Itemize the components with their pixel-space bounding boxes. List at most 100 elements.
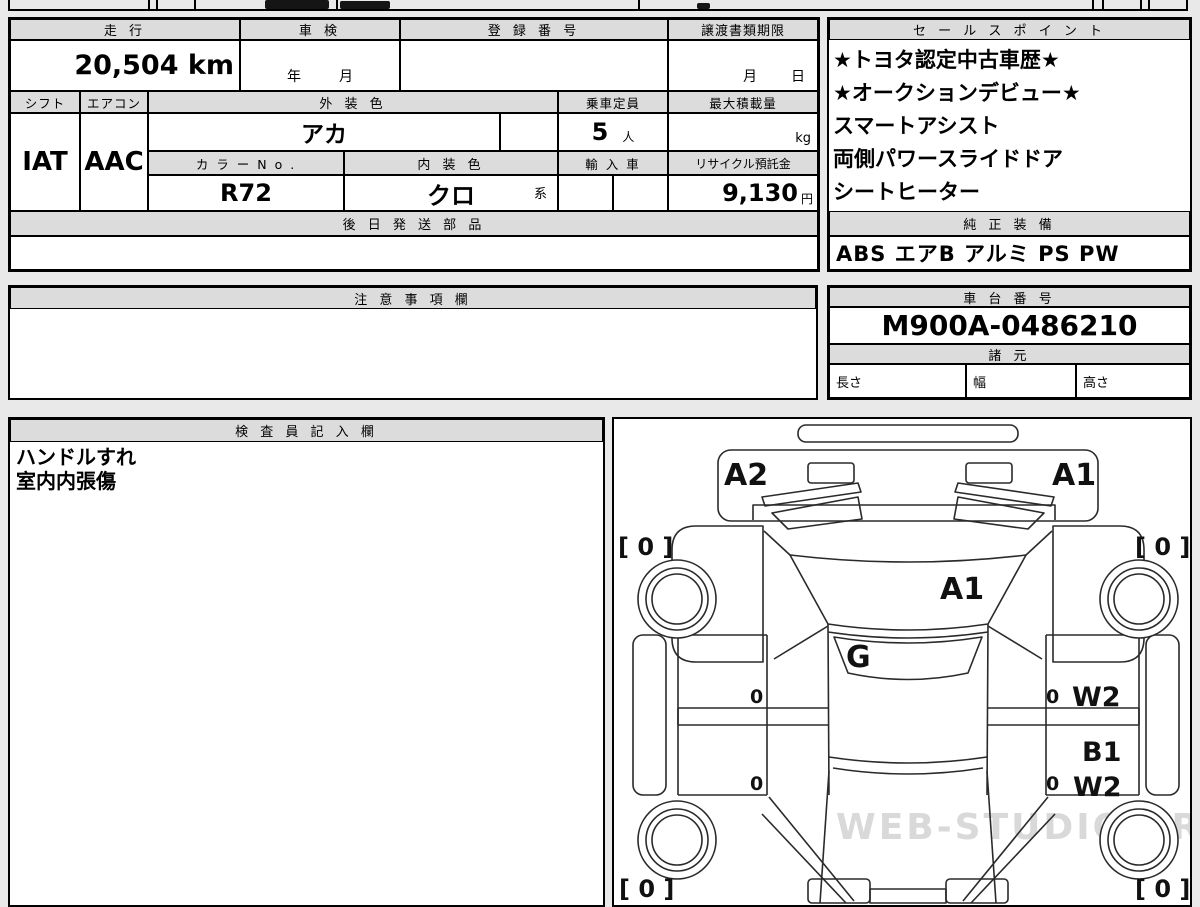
later-shipping-parts-header: 後 日 発 送 部 品 (10, 211, 818, 236)
inspector-notes: ハンドルすれ 室内内張傷 (16, 445, 596, 493)
exterior-color-extra-cell (500, 113, 558, 151)
fender-seam-fl (763, 530, 791, 556)
imported-cell-b (613, 175, 668, 211)
sales-points-header: セ ー ル ス ポ イ ン ト (829, 19, 1190, 40)
cabin-edge-right (986, 623, 989, 796)
panel-label-w2-upper: W2 (1072, 682, 1121, 713)
rear-slant-right (962, 796, 1056, 904)
car-diagram-panel: WEB-STUDIO.PRO (612, 417, 1192, 907)
recycle-deposit-header: リサイクル預託金 (668, 151, 818, 175)
max-payload-value: kg (668, 113, 818, 151)
interior-color-header: 内 装 色 (344, 151, 558, 175)
max-payload-header: 最大積載量 (668, 91, 818, 113)
panel-label-w2-lower: W2 (1073, 772, 1122, 803)
max-payload-unit: kg (795, 130, 811, 146)
mileage-value: 20,504 km (10, 40, 240, 91)
door-mark: 0 (1046, 686, 1059, 708)
registration-number-value (400, 40, 668, 91)
color-no-header: カ ラ ー N o . (148, 151, 344, 175)
spec-width-cell: 幅 (966, 364, 1076, 398)
notes-header: 注 意 事 項 欄 (10, 287, 816, 309)
inspection-header: 車 検 (240, 19, 400, 40)
door-mark: 0 (750, 773, 763, 795)
sales-points-list: ★トヨタ認定中古車歴★ ★オークションデビュー★ スマートアシスト 両側パワース… (829, 40, 1190, 211)
tire-mark-rear-right: [ 0 ] (1135, 875, 1190, 903)
damage-label-front-left: A2 (724, 458, 768, 493)
recycle-deposit-unit: 円 (800, 191, 813, 206)
later-shipping-parts-value (10, 236, 818, 270)
registration-number-header: 登 録 番 号 (400, 19, 668, 40)
sill-left (632, 634, 667, 796)
inspector-panel: 検 査 員 記 入 欄 ハンドルすれ 室内内張傷 (8, 417, 605, 907)
tire-mark-rear-left: [ 0 ] (619, 875, 674, 903)
front-strip (797, 424, 1019, 443)
recycle-deposit-value: 9,130 円 (668, 175, 818, 211)
inspector-note: 室内内張傷 (16, 469, 116, 493)
length-label: 長さ (836, 375, 863, 391)
headlight-right-lower (953, 496, 1045, 530)
chassis-panel: 車 台 番 号 M900A-0486210 諸 元 長さ 幅 高さ (827, 285, 1192, 400)
wheel-front-left (637, 559, 717, 639)
wheel-rear-left (637, 800, 717, 880)
doors-left (677, 634, 768, 796)
spec-height-cell: 高さ (1076, 364, 1190, 398)
equipment-value: ABS エアB アルミ PS PW (829, 236, 1190, 270)
interior-color-text: クロ (427, 181, 475, 210)
height-label: 高さ (1083, 375, 1110, 391)
sales-point: スマートアシスト (833, 114, 1000, 138)
wheel-front-right (1099, 559, 1179, 639)
inspector-header: 検 査 員 記 入 欄 (10, 419, 603, 442)
headlight-right (954, 482, 1055, 507)
front-bumper (717, 449, 1099, 522)
shift-header: シフト (10, 91, 80, 113)
cowl-line (827, 631, 989, 639)
wheel-rear-right (1099, 800, 1179, 880)
rear-window-line2 (832, 767, 984, 775)
exterior-color-header: 外 装 色 (148, 91, 558, 113)
sales-point: シートヒーター (833, 180, 980, 204)
headlight-left-lower (771, 496, 863, 530)
transfer-deadline-header: 譲渡書類期限 (668, 19, 818, 40)
capacity-header: 乗車定員 (558, 91, 668, 113)
damage-label-front-right: A1 (1052, 458, 1096, 493)
inspector-note: ハンドルすれ (16, 445, 136, 469)
sill-right (1145, 634, 1180, 796)
aircon-value: AAC (80, 113, 148, 211)
bumper-inset-right (965, 462, 1013, 484)
imported-header: 輸 入 車 (558, 151, 668, 175)
chassis-number-header: 車 台 番 号 (829, 287, 1190, 307)
doors-right (1045, 634, 1140, 796)
headlight-left (761, 482, 862, 507)
sales-points-panel: セ ー ル ス ポ イ ン ト ★トヨタ認定中古車歴★ ★オークションデビュー★… (827, 17, 1192, 272)
inspection-month-label: 月 (339, 68, 353, 85)
width-label: 幅 (973, 375, 987, 391)
transfer-month-label: 月 (743, 68, 757, 85)
rear-window-line1 (828, 756, 988, 764)
sales-point: ★トヨタ認定中古車歴★ (833, 48, 1060, 72)
cabin-edge-left (827, 623, 830, 796)
cutoff-text-fragment (265, 0, 329, 9)
apillar-seam-right (987, 625, 1043, 660)
shift-value: IAT (10, 113, 80, 211)
sales-point: 両側パワースライドドア (833, 147, 1063, 171)
recycle-deposit-number: 9,130 (722, 179, 798, 207)
color-no-value: R72 (148, 175, 344, 211)
damage-label-hood: A1 (940, 572, 984, 607)
tire-mark-front-right: [ 0 ] (1135, 533, 1190, 561)
specs-header: 諸 元 (829, 344, 1190, 364)
door-mark: 0 (750, 686, 763, 708)
tire-mark-front-left: [ 0 ] (618, 533, 673, 561)
inspection-value: 年 月 (240, 40, 400, 91)
spec-length-cell: 長さ (829, 364, 966, 398)
door-mark: 0 (1046, 773, 1059, 795)
pillar-bar-left (677, 707, 829, 726)
chassis-number-value: M900A-0486210 (829, 307, 1190, 344)
rear-bumper-right (945, 878, 1009, 904)
inspection-year-label: 年 (287, 68, 301, 85)
auction-sheet: { "main_table": { "headers": { "mileage"… (0, 0, 1200, 907)
imported-cell-a (558, 175, 613, 211)
hood-outline (789, 554, 1027, 631)
capacity-value: 5 人 (558, 113, 668, 151)
notes-content (10, 309, 816, 398)
sales-point: ★オークションデビュー★ (833, 81, 1081, 105)
